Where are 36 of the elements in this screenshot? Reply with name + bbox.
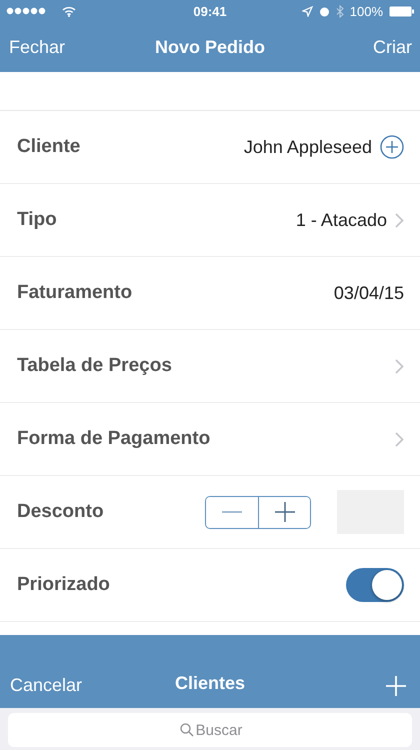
row-label: Tipo	[17, 209, 58, 231]
row-label: Desconto	[17, 501, 105, 523]
search-field[interactable]: Buscar	[8, 713, 412, 747]
wifi-icon	[62, 6, 76, 16]
form-row[interactable]: Desconto	[0, 476, 420, 549]
chevron-icon	[395, 212, 404, 228]
form-row[interactable]: Forma de Pagamento	[0, 403, 420, 476]
search-icon	[180, 723, 194, 737]
row-label: Priorizado	[17, 574, 111, 596]
nav-title: Novo Pedido	[155, 36, 265, 58]
add-icon[interactable]	[386, 676, 406, 696]
form-row[interactable]: Faturamento 03/04/15	[0, 257, 420, 330]
battery-percent: 100%	[350, 4, 383, 18]
toggle-switch[interactable]	[346, 568, 404, 602]
row-label: Tabela de Preços	[17, 355, 173, 377]
form-row[interactable]: Cliente John Appleseed	[0, 111, 420, 184]
minus-icon	[222, 511, 242, 513]
location-icon	[302, 6, 313, 16]
chevron-icon	[395, 358, 404, 374]
status-time: 09:41	[193, 4, 227, 18]
row-label: Cliente	[17, 136, 82, 158]
add-circle-icon[interactable]	[380, 135, 404, 159]
sheet-title: Clientes	[174, 673, 246, 694]
chevron-icon	[395, 432, 404, 446]
bluetooth-icon	[336, 4, 344, 18]
stepper[interactable]	[205, 496, 311, 528]
row-value: 1 - Atacado	[296, 210, 387, 230]
plus-icon	[274, 502, 294, 522]
form-row[interactable]: Tipo 1 - Atacado	[0, 184, 420, 257]
increment-button[interactable]	[258, 496, 310, 528]
row-value: 03/04/15	[334, 282, 404, 304]
row-label: Forma de Pagamento	[17, 428, 212, 450]
row-label: Faturamento	[17, 282, 134, 304]
row-value: John Appleseed	[244, 136, 372, 158]
form-row[interactable]: Tabela de Preços	[0, 330, 420, 403]
battery-icon	[389, 6, 414, 16]
